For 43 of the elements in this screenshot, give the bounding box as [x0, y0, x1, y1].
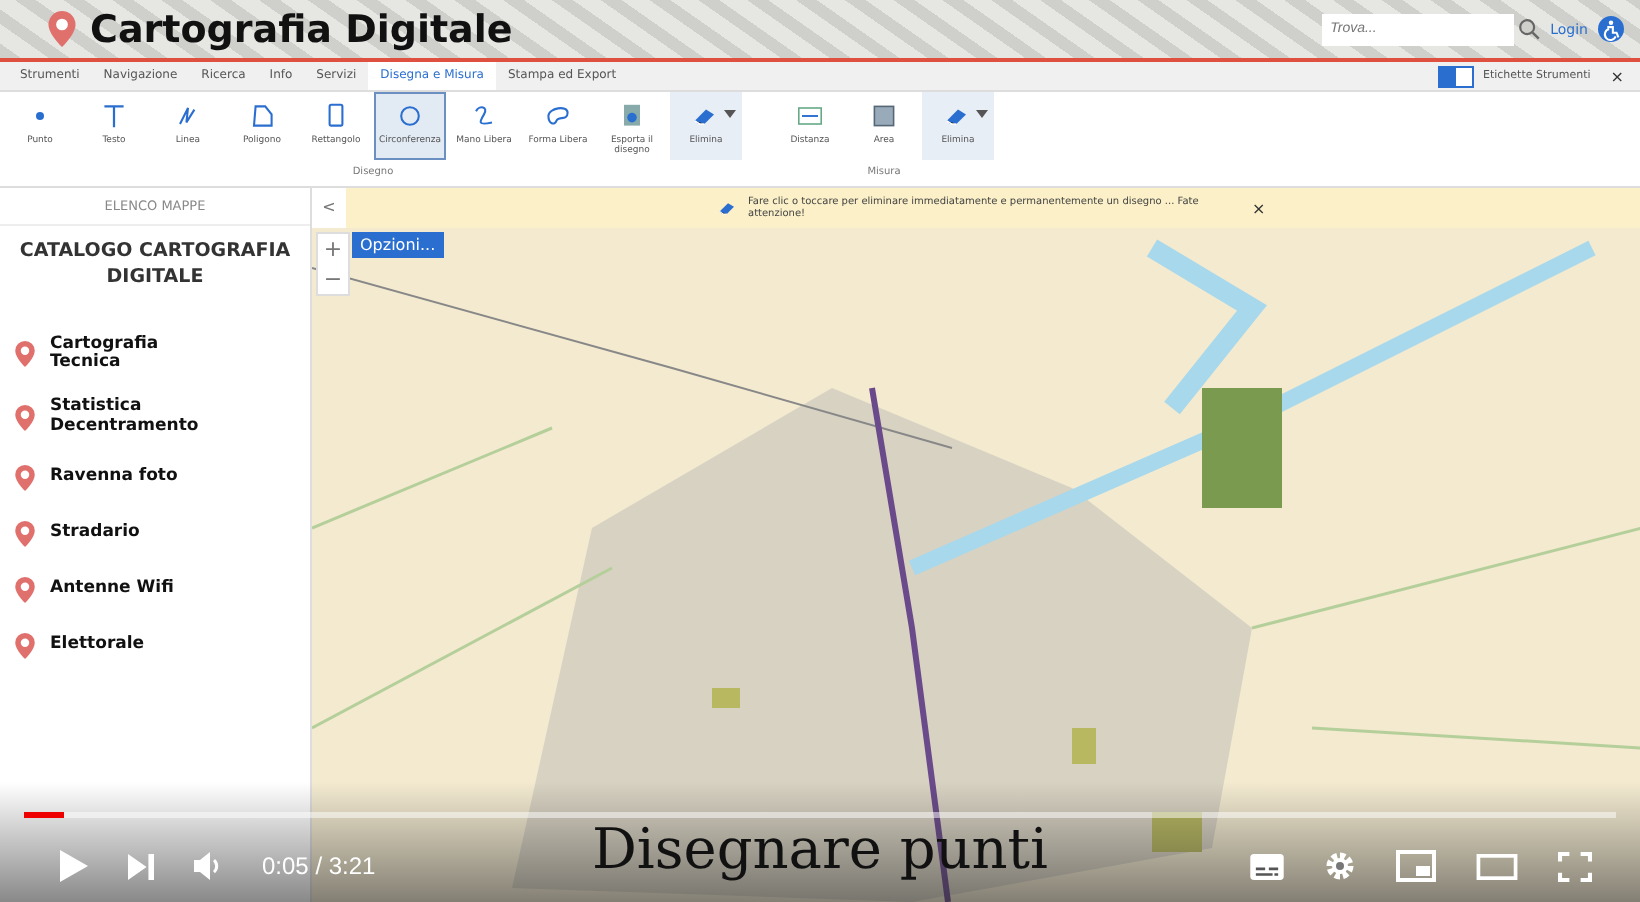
video-time: 0:05 / 3:21 — [262, 852, 376, 880]
map-pin-icon — [12, 573, 38, 606]
area-icon — [868, 100, 900, 132]
progress-track[interactable] — [24, 812, 1616, 818]
park-area — [712, 688, 740, 708]
map-pin-icon — [12, 338, 38, 371]
map-list-item[interactable]: Ravenna foto — [12, 461, 310, 494]
text-icon — [98, 100, 130, 132]
close-button[interactable]: × — [1610, 67, 1624, 85]
caret-icon — [724, 110, 736, 118]
skip-next-icon[interactable] — [128, 853, 154, 879]
subtitles-icon[interactable] — [1250, 853, 1284, 879]
zoom-out-button[interactable]: − — [318, 264, 348, 294]
circle-icon — [394, 100, 426, 132]
map-pin-icon — [12, 401, 38, 434]
options-button[interactable]: Opzioni... — [352, 232, 444, 258]
zoom-in-button[interactable]: + — [318, 234, 348, 264]
miniplayer-icon[interactable] — [1396, 850, 1436, 882]
toggle-switch[interactable] — [1438, 65, 1475, 87]
search-icon — [1518, 18, 1541, 40]
catalog-title: CATALOGO CARTOGRAFIA DIGITALE — [17, 238, 293, 292]
map-list-item[interactable]: Stradario — [12, 517, 310, 550]
park-area — [1202, 388, 1282, 508]
map-list-item[interactable]: Cartografia Tecnica — [12, 335, 310, 375]
volume-icon[interactable] — [194, 852, 222, 880]
park-area — [1152, 812, 1202, 852]
map-pin-icon — [44, 8, 80, 50]
caret-icon — [976, 110, 988, 118]
map-pin-icon — [12, 517, 38, 550]
park-area — [1072, 728, 1096, 764]
settings-icon[interactable] — [1324, 850, 1356, 882]
close-button[interactable]: × — [1252, 199, 1266, 217]
play-icon[interactable] — [60, 850, 88, 882]
map-list-item[interactable]: Elettorale — [12, 629, 310, 662]
app-title: Cartografia Digitale — [90, 7, 513, 51]
map-list-item[interactable]: Antenne Wifi — [12, 573, 310, 606]
accessibility-icon — [1598, 16, 1624, 42]
theater-mode-icon[interactable] — [1476, 853, 1518, 879]
fullscreen-icon[interactable] — [1558, 851, 1592, 881]
map-pin-icon — [12, 461, 38, 494]
dot-icon — [36, 112, 44, 120]
map-list-item[interactable]: Statistica Decentramento — [12, 398, 310, 438]
map-pin-icon — [12, 629, 38, 662]
